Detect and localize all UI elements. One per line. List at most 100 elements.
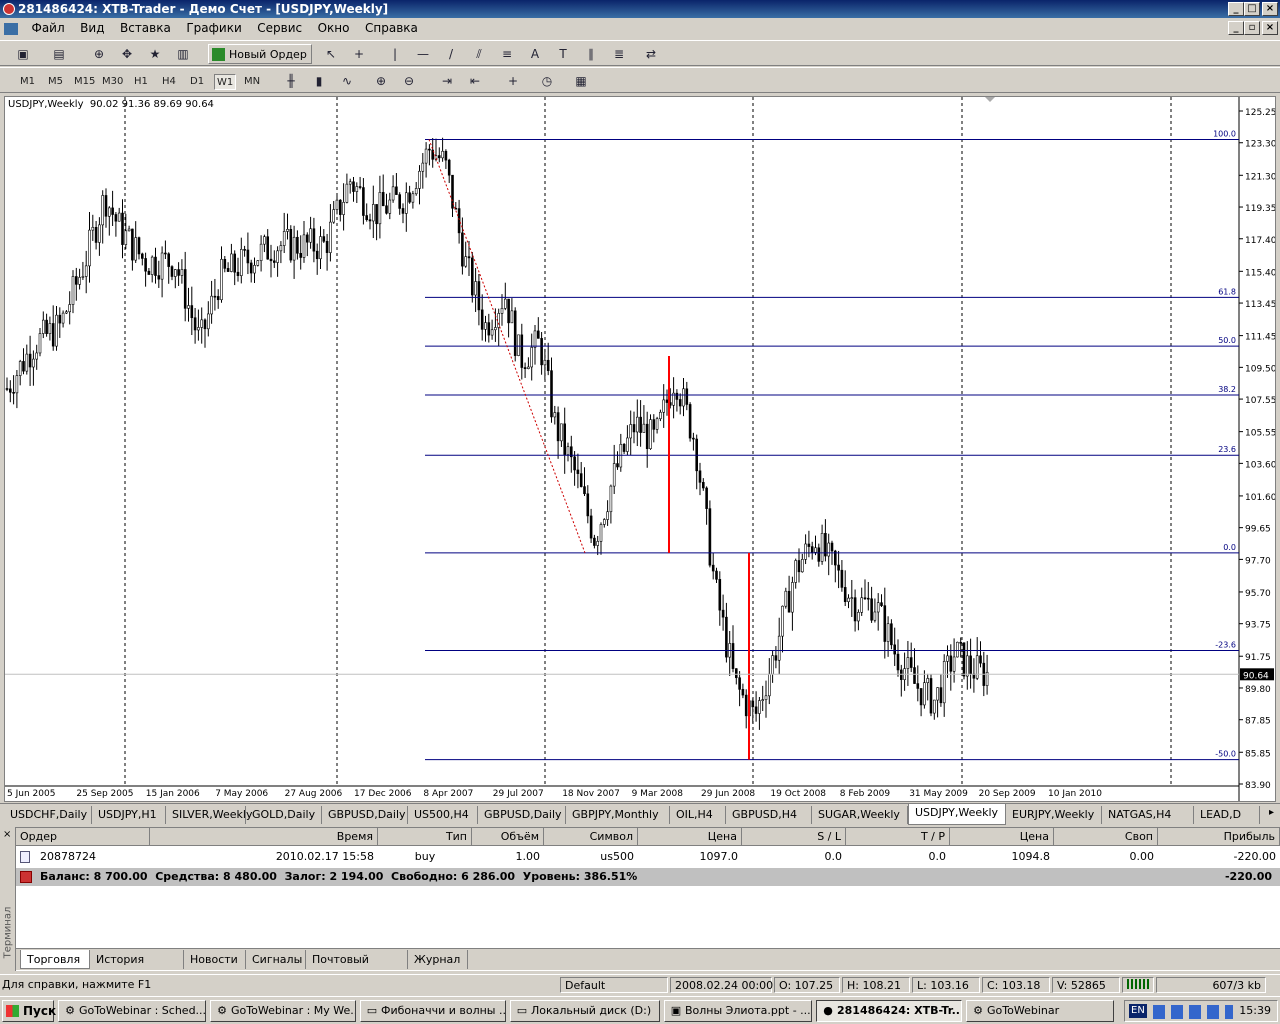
- column-header[interactable]: Время: [150, 828, 378, 846]
- child-minimize-button[interactable]: _: [1228, 21, 1244, 35]
- order-cell[interactable]: buy: [378, 848, 472, 866]
- channel-icon[interactable]: ⫽: [470, 45, 488, 63]
- order-cell[interactable]: 0.0: [846, 848, 950, 866]
- chart-tab[interactable]: OIL,H4: [670, 806, 726, 824]
- column-header[interactable]: Объём: [472, 828, 544, 846]
- order-cell[interactable]: 0.00: [1054, 848, 1158, 866]
- chart-tab[interactable]: LEAD,D: [1194, 806, 1260, 824]
- chart-tab[interactable]: US500,H4: [408, 806, 478, 824]
- line-chart-icon[interactable]: ∿: [338, 72, 356, 90]
- taskbar-item[interactable]: ⚙ GoToWebinar : Sched...: [58, 1000, 206, 1022]
- column-header[interactable]: Своп: [1054, 828, 1158, 846]
- menu-file[interactable]: Файл: [26, 18, 71, 38]
- chart-tab[interactable]: USDCHF,Daily: [4, 806, 92, 824]
- close-button[interactable]: ×: [1262, 2, 1278, 16]
- maximize-button[interactable]: □: [1244, 2, 1260, 16]
- new-chart-icon[interactable]: ▣: [14, 45, 32, 63]
- bar-chart-icon[interactable]: ╫: [282, 72, 300, 90]
- chart-tab[interactable]: SILVER,Weekly: [166, 806, 252, 824]
- terminal-tab[interactable]: Новости: [184, 950, 246, 969]
- column-header[interactable]: T / P: [846, 828, 950, 846]
- trendline-icon[interactable]: /: [442, 45, 460, 63]
- order-cell[interactable]: 2010.02.17 15:58: [150, 848, 378, 866]
- column-header[interactable]: Тип: [378, 828, 472, 846]
- terminal-tab[interactable]: Торговля: [20, 950, 90, 969]
- menu-charts[interactable]: Графики: [180, 18, 247, 38]
- column-header[interactable]: S / L: [742, 828, 846, 846]
- cursor-icon[interactable]: ↖: [322, 45, 340, 63]
- tf-w1[interactable]: W1: [214, 74, 237, 90]
- tf-m30[interactable]: M30: [100, 74, 125, 90]
- taskbar-item[interactable]: ⚙ GoToWebinar : My We...: [210, 1000, 356, 1022]
- order-cell[interactable]: 1.00: [472, 848, 544, 866]
- market-watch-icon[interactable]: ⊕: [90, 45, 108, 63]
- terminal-tab[interactable]: История Счета: [90, 950, 184, 985]
- taskbar-item[interactable]: ▣ Волны Элиота.ppt - ...: [664, 1000, 812, 1022]
- column-header[interactable]: Символ: [544, 828, 638, 846]
- terminal-tab[interactable]: Почтовый ящик: [306, 950, 408, 985]
- chart-shift-icon[interactable]: ⇤: [466, 72, 484, 90]
- templates-icon[interactable]: ▦: [572, 72, 590, 90]
- terminal-tab[interactable]: Журнал: [408, 950, 468, 969]
- profiles-icon[interactable]: ▤: [50, 45, 68, 63]
- chart-tab[interactable]: GBPUSD,H4: [726, 806, 812, 824]
- zoom-out-icon[interactable]: ⊖: [400, 72, 418, 90]
- chart-tab[interactable]: GBPJPY,Monthly: [566, 806, 670, 824]
- chart-tab[interactable]: NATGAS,H4: [1102, 806, 1194, 824]
- tf-h1[interactable]: H1: [132, 74, 150, 90]
- order-cell[interactable]: 20878724: [36, 848, 150, 866]
- tf-m5[interactable]: M5: [46, 74, 65, 90]
- chart-tab[interactable]: EURJPY,Weekly: [1006, 806, 1102, 824]
- terminal-icon[interactable]: ▥: [174, 45, 192, 63]
- arrows-icon[interactable]: ⇄: [642, 45, 660, 63]
- taskbar-item[interactable]: ▭ Фибоначчи и волны ...: [360, 1000, 506, 1022]
- periods-icon[interactable]: ◷: [538, 72, 556, 90]
- order-cell[interactable]: us500: [544, 848, 638, 866]
- menu-help[interactable]: Справка: [359, 18, 424, 38]
- crosshair-icon[interactable]: +: [350, 45, 368, 63]
- chart-tab[interactable]: GBPUSD,Daily: [478, 806, 566, 824]
- child-close-button[interactable]: ×: [1262, 21, 1278, 35]
- taskbar-item[interactable]: ▭ Локальный диск (D:): [510, 1000, 660, 1022]
- tf-m15[interactable]: M15: [72, 74, 97, 90]
- menu-insert[interactable]: Вставка: [114, 18, 177, 38]
- tf-h4[interactable]: H4: [160, 74, 178, 90]
- fibonacci-icon[interactable]: ≡: [498, 45, 516, 63]
- price-chart[interactable]: USDJPY,Weekly 90.02 91.36 89.69 90.64 12…: [4, 96, 1276, 802]
- terminal-close-icon[interactable]: ×: [3, 829, 11, 840]
- text-label-icon[interactable]: T: [554, 45, 572, 63]
- text-icon[interactable]: A: [526, 45, 544, 63]
- candles-icon[interactable]: ▮: [310, 72, 328, 90]
- vertical-line-icon[interactable]: |: [386, 45, 404, 63]
- zoom-in-icon[interactable]: ⊕: [372, 72, 390, 90]
- terminal-tab[interactable]: Сигналы: [246, 950, 306, 969]
- start-button[interactable]: Пуск: [2, 1000, 56, 1022]
- autoscroll-icon[interactable]: ⇥: [438, 72, 456, 90]
- tf-m1[interactable]: M1: [18, 74, 37, 90]
- column-header[interactable]: Ордер: [16, 828, 150, 846]
- chart-tab[interactable]: SUGAR,Weekly: [812, 806, 908, 824]
- tf-d1[interactable]: D1: [188, 74, 206, 90]
- chart-tab[interactable]: GBPUSD,Daily: [322, 806, 408, 824]
- favorites-icon[interactable]: ★: [146, 45, 164, 63]
- order-cell[interactable]: 1097.0: [638, 848, 742, 866]
- fib-fan-icon[interactable]: ∥: [582, 45, 600, 63]
- navigator-icon[interactable]: ✥: [118, 45, 136, 63]
- fib-levels-icon[interactable]: ≣: [610, 45, 628, 63]
- menu-view[interactable]: Вид: [74, 18, 110, 38]
- column-header[interactable]: Прибыль: [1158, 828, 1280, 846]
- indicators-icon[interactable]: +: [504, 72, 522, 90]
- order-cell[interactable]: 0.0: [742, 848, 846, 866]
- column-header[interactable]: Цена: [950, 828, 1054, 846]
- taskbar-item[interactable]: ● 281486424: XTB-Tr...: [816, 1000, 962, 1022]
- tf-mn[interactable]: MN: [242, 74, 262, 90]
- chart-tab[interactable]: USDJPY,H1: [92, 806, 166, 824]
- tab-scroll-right-icon[interactable]: ▸: [1269, 807, 1274, 818]
- menu-window[interactable]: Окно: [312, 18, 356, 38]
- order-cell[interactable]: -220.00: [1158, 848, 1280, 866]
- lang-indicator[interactable]: EN: [1129, 1004, 1147, 1018]
- taskbar-item[interactable]: ⚙ GoToWebinar: [966, 1000, 1114, 1022]
- menu-tools[interactable]: Сервис: [251, 18, 308, 38]
- column-header[interactable]: Цена: [638, 828, 742, 846]
- order-cell[interactable]: 1094.8: [950, 848, 1054, 866]
